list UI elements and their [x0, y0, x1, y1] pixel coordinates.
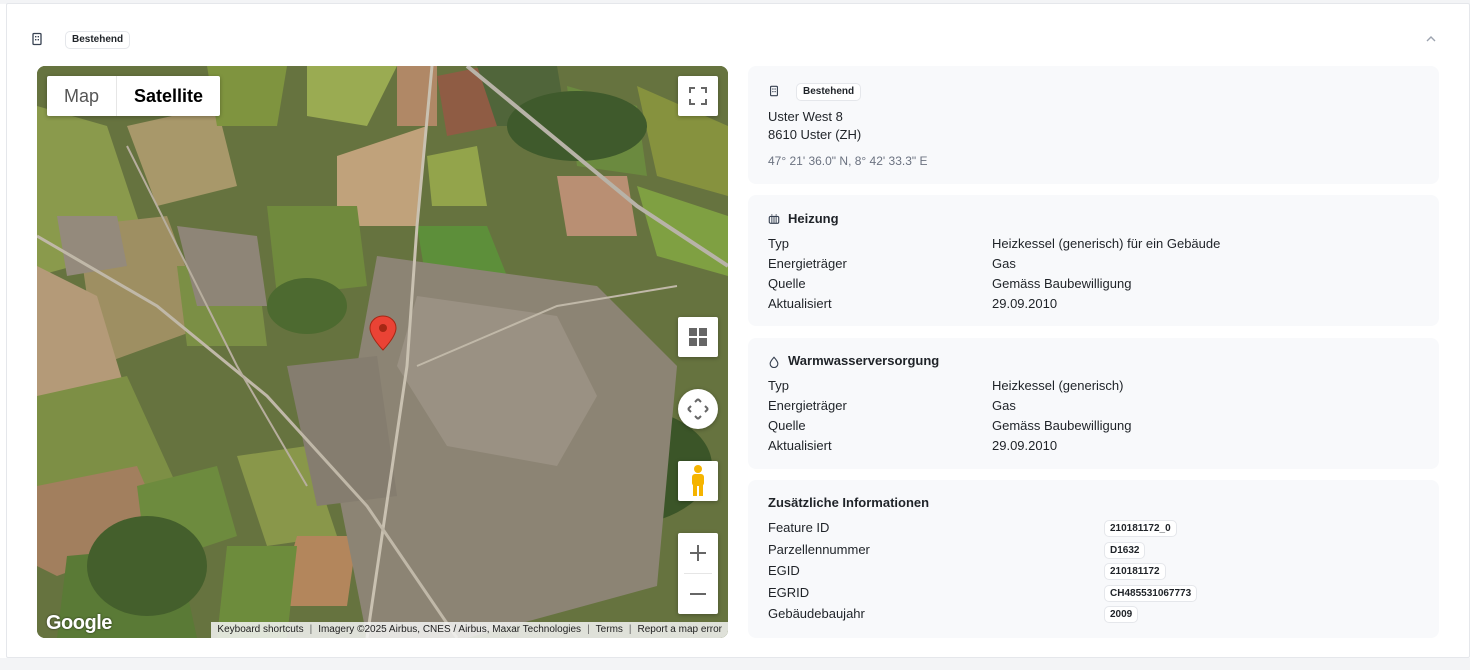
- hotwater-value-updated: 29.09.2010: [992, 438, 1058, 453]
- heater-icon: [768, 214, 780, 224]
- hotwater-label-typ: Typ: [768, 378, 789, 393]
- water-drop-icon: [769, 356, 779, 368]
- heating-label-typ: Typ: [768, 236, 789, 251]
- terms-link[interactable]: Terms: [590, 622, 629, 638]
- heating-value-source: Gemäss Baubewilligung: [992, 276, 1132, 291]
- extra-label-feature-id: Feature ID: [768, 520, 830, 535]
- address-city: 8610 Uster (ZH): [768, 127, 862, 142]
- hotwater-panel: Warmwasserversorgung Typ Heizkessel (gen…: [748, 338, 1439, 469]
- satellite-map[interactable]: Map Satellite Google Keyboard shortcuts …: [37, 66, 728, 638]
- heating-value-typ: Heizkessel (generisch) für ein Gebäude: [992, 236, 1221, 251]
- heating-label-energy: Energieträger: [768, 256, 847, 271]
- heating-title: Heizung: [788, 211, 839, 226]
- imagery-credit: Imagery ©2025 Airbus, CNES / Airbus, Max…: [318, 624, 582, 635]
- zoom-out-icon: [690, 593, 706, 595]
- hotwater-value-typ: Heizkessel (generisch): [992, 378, 1124, 393]
- fullscreen-icon: [689, 87, 707, 105]
- extra-value-egrid: CH485531067773: [1104, 585, 1198, 602]
- hotwater-title: Warmwasserversorgung: [788, 353, 940, 368]
- tilt-button[interactable]: [678, 317, 718, 357]
- hotwater-label-updated: Aktualisiert: [768, 438, 832, 453]
- building-icon: [770, 85, 778, 97]
- heating-label-source: Quelle: [768, 276, 806, 291]
- chevron-up-icon[interactable]: [1424, 32, 1438, 46]
- heating-panel: Heizung Typ Heizkessel (generisch) für e…: [748, 195, 1439, 326]
- bottom-divider: [0, 658, 1470, 670]
- fullscreen-button[interactable]: [678, 76, 718, 116]
- tilt-grid-icon: [689, 328, 707, 346]
- report-error-link[interactable]: Report a map error: [632, 622, 728, 638]
- map-type-satellite-button[interactable]: Satellite: [116, 76, 220, 116]
- hotwater-value-energy: Gas: [992, 398, 1016, 413]
- map-marker-icon[interactable]: [369, 315, 397, 351]
- hotwater-value-source: Gemäss Baubewilligung: [992, 418, 1132, 433]
- rotate-button[interactable]: [678, 389, 718, 429]
- extra-label-egid: EGID: [768, 563, 800, 578]
- extra-value-egid: 210181172: [1104, 563, 1166, 580]
- zoom-in-button[interactable]: [678, 533, 718, 573]
- status-badge: Bestehend: [65, 31, 131, 49]
- satellite-imagery: [37, 66, 728, 638]
- map-attribution: Keyboard shortcuts | Imagery ©2025 Airbu…: [211, 622, 728, 638]
- street-view-button[interactable]: [678, 461, 718, 501]
- map-type-map-button[interactable]: Map: [47, 76, 116, 116]
- additional-info-title: Zusätzliche Informationen: [768, 495, 930, 510]
- additional-info-panel: Zusätzliche Informationen Feature ID 210…: [748, 480, 1439, 638]
- building-icon: [32, 32, 42, 46]
- rotate-icon: [687, 398, 709, 420]
- hotwater-label-source: Quelle: [768, 418, 806, 433]
- zoom-in-icon: [690, 545, 706, 561]
- heating-label-updated: Aktualisiert: [768, 296, 832, 311]
- extra-label-parcel: Parzellennummer: [768, 542, 870, 557]
- extra-label-year: Gebäudebaujahr: [768, 606, 865, 621]
- keyboard-shortcuts-link[interactable]: Keyboard shortcuts: [211, 622, 309, 638]
- extra-value-feature-id: 210181172_0: [1104, 520, 1177, 537]
- extra-value-year: 2009: [1104, 606, 1139, 623]
- heating-value-energy: Gas: [992, 256, 1016, 271]
- google-logo: Google: [46, 612, 112, 634]
- extra-value-parcel: D1632: [1104, 542, 1146, 559]
- zoom-control: [678, 533, 718, 614]
- status-badge: Bestehend: [796, 83, 862, 101]
- extra-label-egrid: EGRID: [768, 585, 810, 600]
- coordinates: 47° 21' 36.0" N, 8° 42' 33.3" E: [768, 154, 928, 168]
- address-street: Uster West 8: [768, 109, 843, 124]
- address-panel: Bestehend Uster West 8 8610 Uster (ZH) 4…: [748, 66, 1439, 184]
- heating-value-updated: 29.09.2010: [992, 296, 1058, 311]
- pegman-icon: [692, 465, 704, 496]
- hotwater-label-energy: Energieträger: [768, 398, 847, 413]
- zoom-out-button[interactable]: [678, 574, 718, 614]
- map-type-control: Map Satellite: [47, 76, 221, 116]
